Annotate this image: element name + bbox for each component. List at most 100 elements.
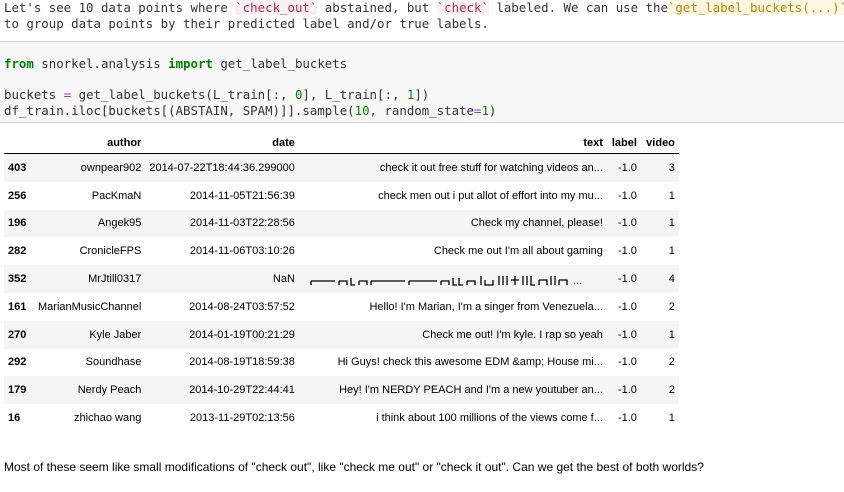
cell-text: Hi Guys! check this awesome EDM &amp; Ho… — [337, 356, 603, 369]
index-header — [4, 133, 34, 154]
cell-video: 3 — [668, 161, 675, 174]
cell-date: 2014-11-03T22:28:56 — [189, 217, 295, 230]
markdown-cell-intro: Let's see 10 data points where `check_ou… — [4, 0, 844, 32]
inline-code-check: `check` — [436, 0, 489, 15]
cell-label: -1.0 — [617, 356, 637, 369]
code-editor[interactable]: from snorkel.analysis import get_label_b… — [4, 56, 496, 118]
table-row: 270 Kyle Jaber 2014-01-19T00:21:29 Check… — [4, 320, 679, 349]
cell-label: -1.0 — [617, 217, 637, 230]
cell-video: 1 — [668, 328, 675, 341]
cell-author: ownpear902 — [80, 161, 142, 174]
number: 1 — [481, 102, 489, 118]
table-row: 196 Angek95 2014-11-03T22:28:56 Check my… — [4, 209, 679, 238]
intro-line-2: to group data points by their predicted … — [4, 16, 489, 31]
intro-text: Let's see 10 data points where — [4, 0, 236, 15]
cell-label: -1.0 — [617, 300, 637, 313]
cell-text: Check my channel, please! — [470, 217, 603, 230]
table-row: 403 ownpear902 2014-07-22T18:44:36.29900… — [4, 153, 679, 182]
table-row: 292 Soundhase 2014-08-19T18:59:38 Hi Guy… — [4, 349, 679, 377]
cell-text: Check me out I'm all about gaming — [433, 245, 603, 258]
cell-author: CronicleFPS — [79, 245, 142, 258]
markdown-cell-conclusion: Most of these seem like small modificati… — [4, 460, 704, 474]
cell-text-unrenderable-glyphs: ... — [299, 265, 607, 293]
column-header-label: label — [606, 133, 641, 154]
cell-date: 2014-08-24T03:57:52 — [189, 300, 295, 313]
cell-label: -1.0 — [617, 245, 637, 258]
table-row: 179 Nerdy Peach 2014-10-29T22:44:41 Hey!… — [4, 376, 679, 405]
row-index: 179 — [8, 384, 27, 397]
cell-text: Check me out! I'm kyle. I rap so yeah — [422, 328, 603, 341]
keyword-from: from — [4, 56, 34, 71]
column-header-video: video — [640, 133, 679, 154]
cell-text: Hello! I'm Marian, I'm a singer from Ven… — [369, 300, 603, 313]
inline-code-check-out: `check_out` — [235, 0, 318, 15]
code-token: df_train.iloc[buckets[(ABSTAIN, SPAM)]].… — [4, 102, 355, 118]
table-row: 161 MarianMusicChannel 2014-08-24T03:57:… — [4, 293, 679, 321]
row-index: 196 — [8, 217, 27, 230]
code-token: ]) — [414, 87, 430, 102]
cell-author: MarianMusicChannel — [38, 300, 142, 313]
cell-video: 1 — [668, 189, 675, 202]
intro-text: labeled. We can use the — [488, 0, 668, 15]
table-row: 256 PacKmaN 2014-11-05T21:56:39 check me… — [4, 182, 679, 210]
cell-author: zhichao wang — [74, 412, 142, 425]
code-token: ], L_train[:, — [302, 87, 407, 102]
code-token: , random_state — [369, 102, 474, 118]
cell-date: 2014-07-22T18:44:36.299000 — [149, 161, 295, 174]
cell-video: 4 — [668, 273, 675, 286]
row-index: 270 — [8, 328, 27, 341]
inline-code-get-label-buckets: `get_label_buckets(...)` — [667, 0, 844, 15]
row-index: 282 — [8, 245, 27, 258]
number: 10 — [354, 102, 370, 118]
keyword-import: import — [168, 56, 213, 71]
cell-author: Angek95 — [97, 217, 142, 230]
cell-date: NaN — [272, 273, 295, 286]
cell-date: 2013-11-29T02:13:56 — [189, 412, 295, 425]
column-header-author: author — [34, 133, 146, 154]
cell-text: i think about 100 millions of the views … — [376, 412, 603, 425]
cell-label: -1.0 — [617, 161, 637, 174]
dataframe-output: author date text label video 403 ownpear… — [4, 133, 679, 432]
row-index: 292 — [8, 356, 27, 369]
cell-video: 1 — [668, 412, 675, 425]
code-token: buckets — [4, 87, 64, 102]
cell-label: -1.0 — [617, 412, 637, 425]
unrenderable-glyphs-image: ... — [310, 275, 582, 287]
cell-author: Nerdy Peach — [77, 384, 142, 397]
table-row: 352 MrJtill0317 NaN ... -1.0 4 — [4, 265, 679, 293]
cell-date: 2014-08-19T18:59:38 — [189, 356, 295, 369]
cell-label: -1.0 — [617, 328, 637, 341]
cell-text: check men out i put allot of effort into… — [378, 189, 603, 202]
svg-text:...: ... — [573, 275, 582, 287]
cell-date: 2014-11-05T21:56:39 — [189, 189, 295, 202]
code-token: get_label_buckets(L_train[:, — [71, 87, 295, 102]
row-index: 16 — [8, 412, 21, 425]
intro-line-1: Let's see 10 data points where `check_ou… — [4, 0, 844, 16]
cell-video: 1 — [668, 217, 675, 230]
code-cell[interactable]: from snorkel.analysis import get_label_b… — [0, 41, 844, 123]
row-index: 403 — [8, 161, 27, 174]
cell-date: 2014-11-06T03:10:26 — [189, 245, 295, 258]
cell-text: check it out free stuff for watching vid… — [379, 161, 603, 174]
column-header-text: text — [298, 133, 607, 154]
cell-label: -1.0 — [617, 189, 637, 202]
code-token: ) — [488, 102, 497, 118]
cell-author: MrJtill0317 — [88, 273, 142, 286]
row-index: 352 — [8, 273, 27, 286]
cell-video: 2 — [668, 384, 675, 397]
cell-video: 2 — [668, 356, 675, 369]
table-row: 16 zhichao wang 2013-11-29T02:13:56 i th… — [4, 404, 679, 432]
cell-text: Hey! I'm NERDY PEACH and I'm a new youtu… — [339, 384, 603, 397]
cell-video: 1 — [668, 245, 675, 258]
row-index: 256 — [8, 189, 27, 202]
cell-date: 2014-10-29T22:44:41 — [189, 384, 295, 397]
cell-author: PacKmaN — [91, 189, 142, 202]
table-header-row: author date text label video — [4, 133, 679, 154]
table-row: 282 CronicleFPS 2014-11-06T03:10:26 Chec… — [4, 237, 679, 265]
cell-author: Kyle Jaber — [89, 328, 142, 341]
code-token: snorkel.analysis — [33, 56, 169, 71]
cell-label: -1.0 — [617, 273, 637, 286]
intro-text: abstained, but — [317, 0, 437, 15]
column-header-date: date — [145, 133, 299, 154]
cell-date: 2014-01-19T00:21:29 — [189, 328, 295, 341]
